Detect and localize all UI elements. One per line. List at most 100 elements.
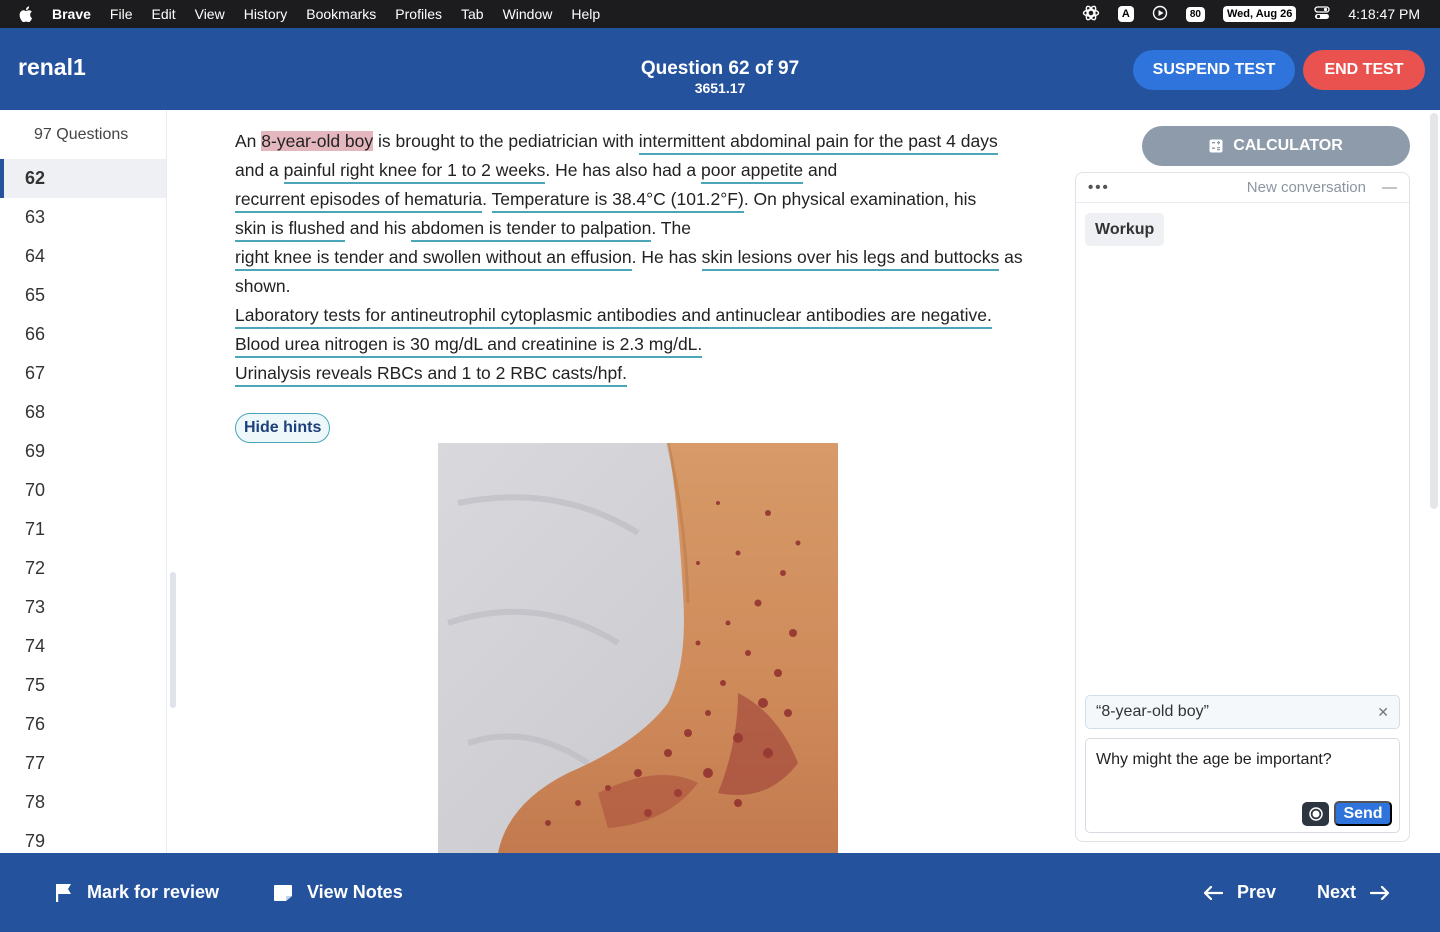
- question-nav-item[interactable]: 70: [0, 471, 166, 510]
- prev-button[interactable]: Prev: [1203, 853, 1276, 932]
- question-line: and a painful right knee for 1 to 2 week…: [235, 156, 1035, 185]
- menu-help[interactable]: Help: [571, 6, 600, 22]
- text-span: .: [482, 189, 492, 209]
- hint-phrase[interactable]: abdomen is tender to palpation: [411, 218, 652, 242]
- menu-bookmarks[interactable]: Bookmarks: [306, 6, 376, 22]
- clock[interactable]: 4:18:47 PM: [1348, 6, 1420, 22]
- status-area: A 80 Wed, Aug 26 4:18:47 PM: [1082, 0, 1420, 28]
- question-nav-item[interactable]: 77: [0, 744, 166, 783]
- minimize-icon[interactable]: —: [1382, 179, 1397, 196]
- hint-phrase[interactable]: skin is flushed: [235, 218, 345, 242]
- question-nav-item[interactable]: 75: [0, 666, 166, 705]
- date-display[interactable]: Wed, Aug 26: [1222, 6, 1297, 22]
- hint-phrase[interactable]: Blood urea nitrogen is 30 mg/dL and crea…: [235, 334, 703, 358]
- new-conversation-button[interactable]: New conversation: [1247, 179, 1366, 196]
- hint-phrase[interactable]: Temperature is 38.4°C (101.2°F): [491, 189, 744, 213]
- question-nav-item[interactable]: 69: [0, 432, 166, 471]
- battery-icon[interactable]: 80: [1185, 6, 1205, 22]
- hint-phrase[interactable]: painful right knee for 1 to 2 weeks: [283, 160, 546, 184]
- highlighted-phrase[interactable]: 8-year-old boy: [261, 131, 374, 151]
- question-line: Urinalysis reveals RBCs and 1 to 2 RBC c…: [235, 359, 1035, 388]
- hide-hints-button[interactable]: Hide hints: [235, 413, 331, 443]
- menu-view[interactable]: View: [195, 6, 225, 22]
- hint-phrase[interactable]: recurrent episodes of hematuria: [235, 189, 483, 213]
- question-line: shown.: [235, 272, 1035, 301]
- question-nav-item[interactable]: 74: [0, 627, 166, 666]
- arrow-left-icon: [1203, 885, 1223, 900]
- calculator-button[interactable]: CALCULATOR: [1142, 126, 1410, 166]
- text-span: is brought to the pediatrician with: [373, 131, 639, 151]
- text-span: An: [235, 131, 262, 151]
- chat-input[interactable]: Why might the age be important? Send: [1085, 738, 1400, 833]
- question-nav-item[interactable]: 66: [0, 315, 166, 354]
- question-nav-sidebar: 97 Questions 62 63 64 65 66 67 68 69 70 …: [0, 110, 166, 853]
- text-span: . He has also had a: [545, 160, 701, 180]
- more-options-icon[interactable]: •••: [1088, 179, 1110, 196]
- menu-window[interactable]: Window: [503, 6, 553, 22]
- mark-for-review-button[interactable]: Mark for review: [55, 853, 219, 932]
- send-button[interactable]: Send: [1334, 801, 1392, 826]
- mark-for-review-label: Mark for review: [87, 882, 220, 902]
- question-line: Laboratory tests for antineutrophil cyto…: [235, 301, 1035, 330]
- openai-icon[interactable]: [1082, 4, 1100, 25]
- view-notes-label: View Notes: [307, 882, 403, 902]
- question-nav-item[interactable]: 76: [0, 705, 166, 744]
- question-line: Blood urea nitrogen is 30 mg/dL and crea…: [235, 330, 1035, 359]
- question-line: An 8-year-old boy is brought to the pedi…: [235, 127, 1035, 156]
- question-nav-item[interactable]: 64: [0, 237, 166, 276]
- calculator-label: CALCULATOR: [1233, 137, 1343, 154]
- question-line: recurrent episodes of hematuria. Tempera…: [235, 185, 1035, 214]
- apple-icon[interactable]: [0, 6, 52, 22]
- menu-edit[interactable]: Edit: [151, 6, 175, 22]
- view-notes-button[interactable]: View Notes: [273, 853, 403, 932]
- menu-history[interactable]: History: [244, 6, 288, 22]
- question-nav-item[interactable]: 68: [0, 393, 166, 432]
- ai-chat-panel: ••• New conversation — Workup “8-year-ol…: [1075, 172, 1410, 842]
- question-nav-item-active[interactable]: 62: [0, 159, 166, 198]
- sidebar-scrollbar[interactable]: [170, 572, 176, 708]
- next-label: Next: [1317, 882, 1357, 902]
- test-header: renal1 Question 62 of 97 3651.17 SUSPEND…: [0, 28, 1440, 110]
- control-center-icon[interactable]: [1314, 5, 1331, 23]
- question-nav-item[interactable]: 78: [0, 783, 166, 822]
- quoted-selection: “8-year-old boy” ✕: [1085, 695, 1400, 729]
- hint-phrase[interactable]: right knee is tender and swollen without…: [235, 247, 632, 271]
- question-stem: An 8-year-old boy is brought to the pedi…: [235, 127, 1035, 388]
- hint-phrase[interactable]: poor appetite: [701, 160, 804, 184]
- end-test-button[interactable]: END TEST: [1303, 50, 1425, 90]
- question-nav-item[interactable]: 67: [0, 354, 166, 393]
- hint-phrase[interactable]: intermittent abdominal pain for the past…: [638, 131, 998, 155]
- question-nav-item[interactable]: 71: [0, 510, 166, 549]
- menu-tab[interactable]: Tab: [461, 6, 484, 22]
- text-span: and his: [344, 218, 412, 238]
- close-icon[interactable]: ✕: [1377, 704, 1389, 721]
- chat-input-value[interactable]: Why might the age be important?: [1096, 751, 1332, 768]
- menu-profiles[interactable]: Profiles: [395, 6, 442, 22]
- flag-icon: [56, 883, 71, 902]
- menu-file[interactable]: File: [110, 6, 133, 22]
- text-span: . On physical examination, his: [743, 189, 977, 209]
- workup-chip[interactable]: Workup: [1085, 213, 1165, 246]
- hint-phrase[interactable]: Urinalysis reveals RBCs and 1 to 2 RBC c…: [235, 363, 627, 387]
- arrow-right-icon: [1370, 885, 1390, 900]
- sidebar-divider: [166, 110, 167, 853]
- question-nav-item[interactable]: 65: [0, 276, 166, 315]
- question-nav-item[interactable]: 79: [0, 822, 166, 853]
- question-nav-item[interactable]: 63: [0, 198, 166, 237]
- input-source-indicator[interactable]: A: [1117, 6, 1134, 22]
- hint-phrase[interactable]: Laboratory tests for antineutrophil cyto…: [235, 305, 992, 329]
- text-span: shown.: [235, 276, 291, 296]
- record-button[interactable]: [1302, 802, 1329, 826]
- text-span: as: [999, 247, 1023, 267]
- question-nav-item[interactable]: 73: [0, 588, 166, 627]
- calculator-icon: [1209, 139, 1223, 153]
- next-button[interactable]: Next: [1317, 853, 1390, 932]
- quoted-text: “8-year-old boy”: [1096, 703, 1209, 720]
- record-icon: [1308, 807, 1323, 821]
- play-icon[interactable]: [1152, 5, 1168, 24]
- question-nav-item[interactable]: 72: [0, 549, 166, 588]
- page-scrollbar[interactable]: [1430, 113, 1438, 509]
- hint-phrase[interactable]: skin lesions over his legs and buttocks: [701, 247, 1000, 271]
- suspend-test-button[interactable]: SUSPEND TEST: [1133, 50, 1295, 90]
- menu-app-name[interactable]: Brave: [52, 6, 91, 22]
